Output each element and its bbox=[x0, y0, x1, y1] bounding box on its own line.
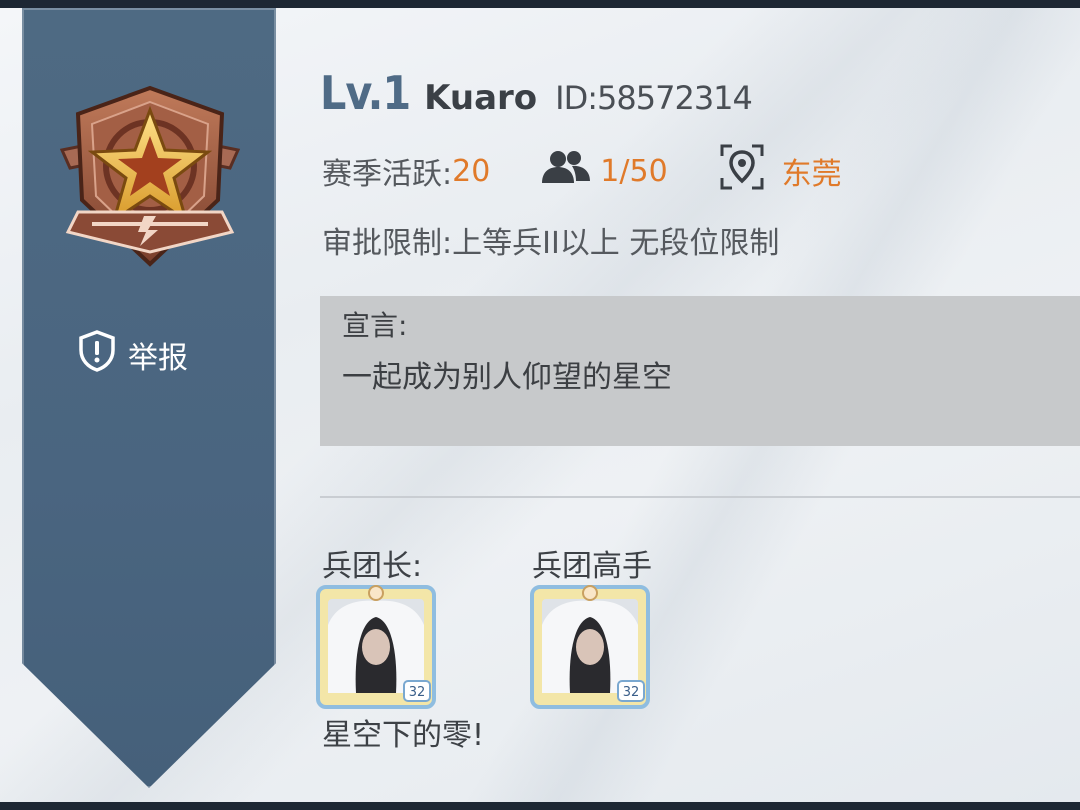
expert-label: 兵团高手 bbox=[532, 549, 652, 584]
location: 东莞 bbox=[720, 144, 842, 198]
shield-alert-icon bbox=[78, 330, 116, 380]
location-pin-icon bbox=[720, 144, 764, 198]
season-activity-value: 20 bbox=[452, 153, 491, 189]
report-button[interactable]: 举报 bbox=[78, 330, 188, 380]
stats-row: 赛季活跃: 20 1/50 东莞 bbox=[322, 144, 842, 194]
report-label: 举报 bbox=[128, 341, 188, 376]
declaration-label: 宣言: bbox=[342, 309, 408, 342]
guild-info-panel: 举报 Lv.1 Kuaro ID:58572314 赛季活跃: 20 1/50 bbox=[0, 8, 1080, 802]
declaration-text: 一起成为别人仰望的星空 bbox=[342, 360, 672, 395]
location-value: 东莞 bbox=[781, 157, 842, 192]
rank-badge-icon bbox=[52, 80, 248, 270]
guild-id: ID:58572314 bbox=[555, 79, 753, 117]
guild-name: Kuaro bbox=[424, 78, 538, 118]
member-count-value: 1/50 bbox=[600, 153, 668, 189]
level-label: Lv.1 bbox=[320, 66, 411, 120]
member-count: 1/50 bbox=[538, 149, 668, 193]
divider bbox=[320, 496, 1080, 498]
leader-label: 兵团长: bbox=[322, 549, 423, 584]
season-activity-label: 赛季活跃: bbox=[322, 157, 453, 192]
expert-avatar[interactable]: 32 bbox=[530, 585, 650, 709]
people-icon bbox=[538, 149, 594, 193]
leader-name: 星空下的零! bbox=[322, 718, 485, 753]
profile-header: Lv.1 Kuaro ID:58572314 bbox=[320, 66, 753, 120]
approval-restriction: 审批限制:上等兵II以上 无段位限制 bbox=[322, 226, 780, 261]
expert-avatar-level: 32 bbox=[623, 685, 640, 700]
declaration-box: 宣言: 一起成为别人仰望的星空 bbox=[320, 296, 1080, 446]
leader-avatar[interactable]: 32 bbox=[316, 585, 436, 709]
leader-avatar-level: 32 bbox=[409, 685, 426, 700]
